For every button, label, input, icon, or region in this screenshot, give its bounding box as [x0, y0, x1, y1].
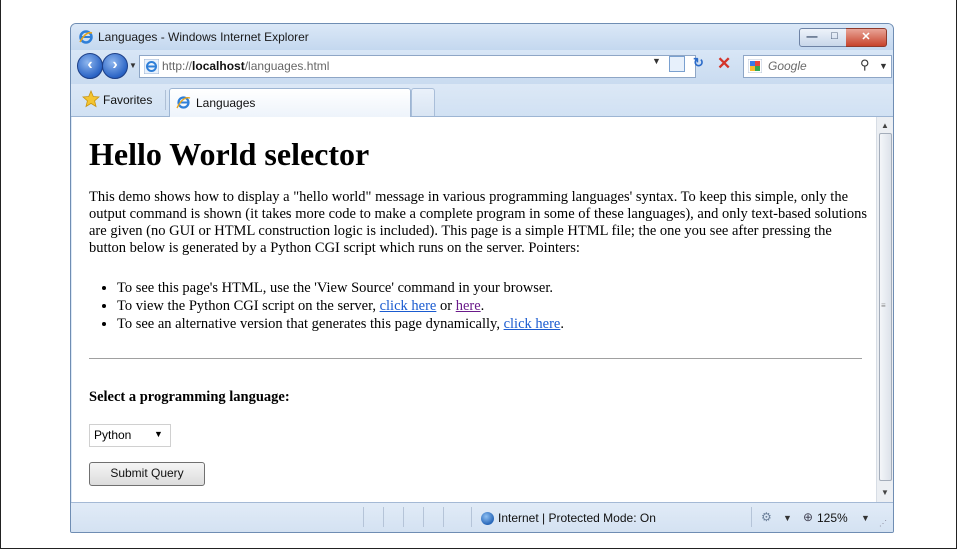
pointer-text: To view the Python CGI script on the ser…	[117, 298, 380, 314]
pointer-text: To see this page's HTML, use the 'View S…	[117, 280, 554, 296]
scrollbar-grip-icon: ≡	[881, 301, 886, 310]
tab-bar: Favorites Languages	[71, 84, 893, 117]
close-icon: ✕	[861, 31, 871, 43]
zoom-level[interactable]: 125%	[817, 511, 848, 525]
new-tab-button[interactable]	[411, 88, 435, 116]
pointers-list: To see this page's HTML, use the 'View S…	[89, 279, 876, 333]
internet-globe-icon	[481, 512, 494, 525]
pointer-text: .	[480, 298, 485, 314]
forward-arrow-icon: ›	[112, 56, 118, 73]
pointer-text: To see an alternative version that gener…	[117, 316, 504, 332]
refresh-icon[interactable]: ↻	[693, 55, 704, 71]
search-placeholder: Google	[768, 59, 807, 73]
cgi-script-link[interactable]: click here	[380, 298, 437, 314]
zoom-dropdown-icon[interactable]: ▼	[861, 513, 870, 523]
horizontal-rule	[89, 358, 862, 359]
url-host: localhost	[192, 59, 245, 73]
scroll-down-icon[interactable]: ▼	[881, 488, 889, 497]
language-select[interactable]: Python ▼	[89, 424, 171, 447]
status-divider	[363, 507, 364, 527]
status-divider	[443, 507, 444, 527]
status-divider	[471, 507, 472, 527]
chevron-down-icon: ▼	[154, 429, 163, 439]
maximize-button[interactable]: □	[823, 28, 847, 47]
page-description: This demo shows how to display a "hello …	[89, 189, 867, 256]
search-options-dropdown-icon[interactable]: ▼	[879, 61, 888, 71]
list-item: To view the Python CGI script on the ser…	[117, 297, 876, 315]
scroll-up-icon[interactable]: ▲	[881, 121, 889, 130]
search-icon[interactable]: ⚲	[860, 57, 870, 73]
url-path: /languages.html	[244, 59, 330, 73]
zoom-icon[interactable]: ⊕	[803, 510, 813, 524]
address-dropdown-icon[interactable]: ▼	[652, 56, 661, 66]
security-zone-text[interactable]: Internet | Protected Mode: On	[498, 511, 656, 525]
page-title: Hello World selector	[89, 136, 370, 172]
url-prefix: http://	[162, 59, 193, 73]
minimize-icon: —	[806, 31, 818, 43]
dynamic-version-link[interactable]: click here	[504, 316, 561, 332]
compatibility-view-icon[interactable]	[669, 56, 685, 72]
vertical-scrollbar[interactable]: ▲ ≡ ▼	[876, 117, 893, 502]
address-bar[interactable]: http://localhost/languages.html	[139, 55, 696, 78]
ie-logo-icon	[79, 30, 93, 44]
browser-window: Languages - Windows Internet Explorer — …	[70, 23, 894, 533]
language-select-value: Python	[94, 428, 132, 442]
resize-grip-icon[interactable]: ⋰	[879, 519, 887, 528]
minimize-button[interactable]: —	[799, 28, 825, 47]
status-divider	[423, 507, 424, 527]
tab-separator	[165, 90, 166, 110]
tab-languages[interactable]: Languages	[169, 88, 411, 117]
favorites-star-icon[interactable]	[82, 90, 100, 108]
close-button[interactable]: ✕	[846, 28, 887, 47]
pointer-text: .	[560, 316, 564, 332]
tab-ie-icon	[176, 96, 191, 109]
page-ie-icon	[144, 59, 159, 74]
tab-label: Languages	[196, 96, 256, 110]
list-item: To see this page's HTML, use the 'View S…	[117, 279, 876, 297]
forward-button[interactable]: ›	[102, 53, 128, 79]
addons-dropdown-icon[interactable]: ▼	[783, 513, 792, 523]
status-divider	[403, 507, 404, 527]
cgi-script-alt-link[interactable]: here	[456, 298, 481, 314]
back-button[interactable]: ‹	[77, 53, 103, 79]
pointer-text: or	[436, 298, 456, 314]
back-arrow-icon: ‹	[87, 56, 93, 73]
maximize-icon: □	[831, 30, 838, 42]
list-item: To see an alternative version that gener…	[117, 315, 876, 333]
search-box[interactable]: Google ⚲ ▼	[743, 55, 892, 78]
status-divider	[383, 507, 384, 527]
status-divider	[751, 507, 752, 527]
stop-icon[interactable]: ✕	[717, 54, 731, 74]
page-content: Hello World selector This demo shows how…	[72, 117, 876, 502]
title-bar: Languages - Windows Internet Explorer — …	[71, 24, 893, 50]
window-title: Languages - Windows Internet Explorer	[98, 30, 309, 44]
addons-icon[interactable]: ⚙	[761, 510, 772, 524]
select-language-label: Select a programming language:	[89, 389, 290, 405]
recent-pages-dropdown-icon[interactable]: ▼	[129, 61, 137, 70]
url-text: http://localhost/languages.html	[162, 59, 329, 73]
google-icon	[748, 59, 762, 73]
submit-query-button[interactable]: Submit Query	[89, 462, 205, 486]
status-bar: Internet | Protected Mode: On ⚙ ▼ ⊕ 125%…	[71, 502, 893, 532]
favorites-button[interactable]: Favorites	[103, 93, 152, 107]
